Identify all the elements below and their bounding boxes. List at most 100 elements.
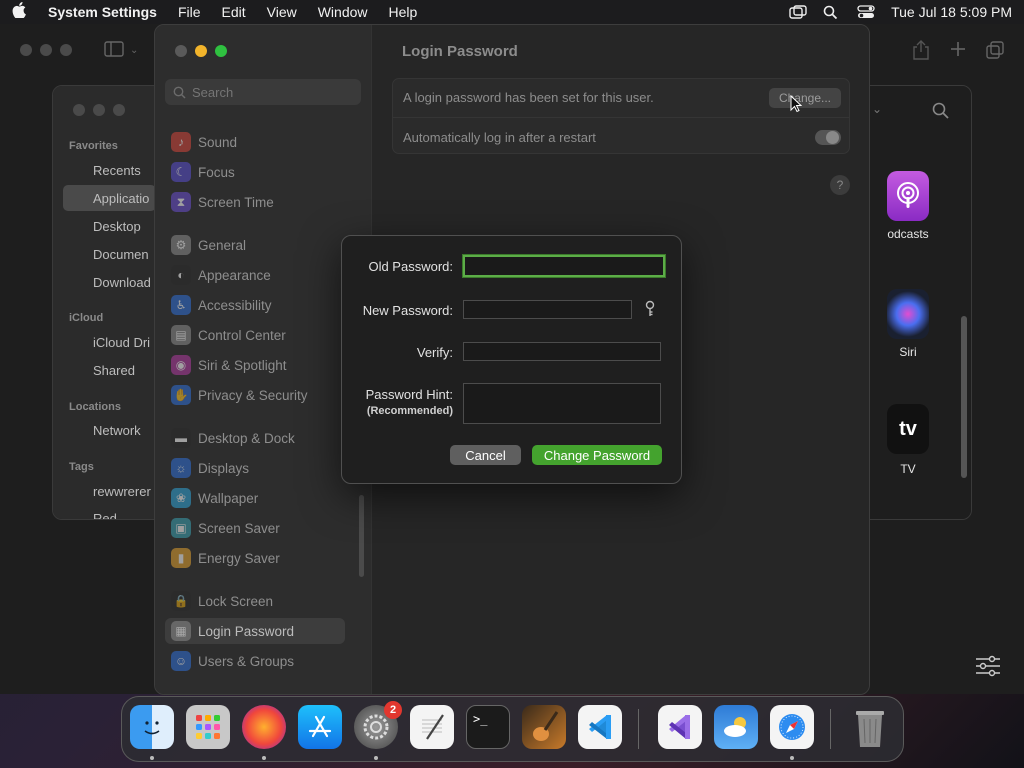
sliders-icon[interactable] <box>975 655 1001 677</box>
finder-running-dot <box>150 756 154 760</box>
sidebar-toggle-icon[interactable] <box>104 40 124 60</box>
tab-overview-icon[interactable] <box>986 41 1004 62</box>
sidebar-item-screen-saver[interactable]: ▣ Screen Saver <box>165 515 345 541</box>
siri-label: Siri <box>899 345 917 359</box>
weather-icon[interactable] <box>714 705 758 749</box>
login-password-icon: ▦ <box>171 621 191 641</box>
auto-login-toggle[interactable] <box>815 130 841 145</box>
podcasts-label: odcasts <box>887 227 929 241</box>
new-tab-icon[interactable] <box>950 41 966 60</box>
wallpaper-icon: ❀ <box>171 488 191 508</box>
control-center-icon: ▤ <box>171 325 191 345</box>
spotlight-search-icon[interactable] <box>823 5 841 20</box>
sidebar-item-desktop-dock[interactable]: ▬ Desktop & Dock <box>165 425 345 451</box>
login-password-card: A login password has been set for this u… <box>392 78 850 154</box>
sidebar-item-wallpaper[interactable]: ❀ Wallpaper <box>165 485 345 511</box>
finder-item-shared[interactable]: Shared <box>93 363 135 378</box>
change-password-confirm-button[interactable]: Change Password <box>532 445 662 465</box>
verify-field[interactable] <box>463 342 661 361</box>
menu-window[interactable]: Window <box>318 4 368 20</box>
sidebar-item-label: Sound <box>198 134 238 150</box>
old-password-field[interactable] <box>463 255 665 277</box>
finder-section-tags: Tags <box>69 461 94 473</box>
finder-item-desktop[interactable]: Desktop <box>93 219 141 234</box>
password-hint-field[interactable] <box>463 383 661 424</box>
sidebar-item-energy-saver[interactable]: ▮ Energy Saver <box>165 545 345 571</box>
minimize-button[interactable] <box>195 45 207 57</box>
sidebar-item-users-groups[interactable]: ☺ Users & Groups <box>165 648 345 674</box>
finder-tag-2[interactable]: Red <box>93 511 117 519</box>
bg-minimize-button[interactable] <box>40 44 52 56</box>
sidebar-item-screen-time[interactable]: ⧗ Screen Time <box>165 189 345 215</box>
launchpad-icon[interactable] <box>186 705 230 749</box>
safari-running-dot <box>790 756 794 760</box>
textedit-icon[interactable] <box>410 705 454 749</box>
sidebar-item-accessibility[interactable]: ♿ Accessibility <box>165 292 345 318</box>
visual-studio-icon[interactable] <box>658 705 702 749</box>
finder-search-icon[interactable] <box>932 102 950 123</box>
finder-item-network[interactable]: Network <box>93 423 141 438</box>
finder-item-applications[interactable]: Applicatio <box>93 191 149 206</box>
sidebar-item-siri-spotlight[interactable]: ◉ Siri & Spotlight <box>165 352 345 378</box>
cancel-button[interactable]: Cancel <box>450 445 521 465</box>
vscode-icon[interactable] <box>578 705 622 749</box>
sidebar-scrollbar[interactable] <box>359 495 364 577</box>
search-input[interactable] <box>192 84 352 100</box>
menu-clock[interactable]: Tue Jul 18 5:09 PM <box>891 4 1012 20</box>
sidebar-item-privacy-security[interactable]: ✋ Privacy & Security <box>165 382 345 408</box>
firefox-icon[interactable] <box>242 705 286 749</box>
bg-close-button[interactable] <box>20 44 32 56</box>
finder-sidebar: Favorites Recents Applicatio Desktop Doc… <box>53 86 156 519</box>
app-store-icon[interactable] <box>298 705 342 749</box>
menu-app-name[interactable]: System Settings <box>48 4 157 20</box>
sidebar-item-appearance[interactable]: ◐ Appearance <box>165 262 345 288</box>
safari-icon[interactable] <box>770 705 814 749</box>
notification-badge: 2 <box>384 701 402 719</box>
app-tile-podcasts[interactable]: odcasts <box>873 171 943 241</box>
control-center-icon[interactable] <box>857 5 875 19</box>
password-assistant-key-icon[interactable] <box>643 300 657 318</box>
share-icon[interactable] <box>912 40 930 63</box>
terminal-icon[interactable]: >_ <box>466 705 510 749</box>
close-button[interactable] <box>175 45 187 57</box>
app-tile-tv[interactable]: tv TV <box>873 404 943 476</box>
sidebar-item-login-password[interactable]: ▦ Login Password <box>165 618 345 644</box>
apple-tv-icon: tv <box>887 404 929 454</box>
menu-edit[interactable]: Edit <box>222 4 246 20</box>
help-button[interactable]: ? <box>830 175 850 195</box>
new-password-field[interactable] <box>463 300 632 319</box>
apple-icon[interactable] <box>12 2 30 22</box>
sidebar-item-passwords[interactable]: ⚿Passwords <box>165 691 345 695</box>
finder-tag-1[interactable]: rewwrerer <box>93 484 151 499</box>
finder-zoom-button[interactable] <box>113 104 125 116</box>
finder-scrollbar[interactable] <box>961 316 967 478</box>
zoom-button[interactable] <box>215 45 227 57</box>
garageband-icon[interactable] <box>522 705 566 749</box>
menu-help[interactable]: Help <box>389 4 418 20</box>
bg-zoom-button[interactable] <box>60 44 72 56</box>
sidebar-item-general[interactable]: ⚙ General <box>165 232 345 258</box>
finder-item-icloud-drive[interactable]: iCloud Dri <box>93 335 150 350</box>
sidebar-item-sound[interactable]: ♪ Sound <box>165 129 345 155</box>
moon-icon: ☾ <box>171 162 191 182</box>
menu-file[interactable]: File <box>178 4 201 20</box>
change-password-button[interactable]: Change... <box>769 88 841 108</box>
trash-icon[interactable] <box>848 705 892 749</box>
finder-icon[interactable] <box>130 705 174 749</box>
sidebar-item-control-center[interactable]: ▤ Control Center <box>165 322 345 348</box>
settings-search[interactable] <box>165 79 361 105</box>
chevron-down-icon[interactable]: ⌄ <box>130 45 138 56</box>
finder-close-button[interactable] <box>73 104 85 116</box>
finder-item-recents[interactable]: Recents <box>93 163 141 178</box>
app-tile-siri[interactable]: Siri <box>873 289 943 359</box>
sidebar-item-lock-screen[interactable]: 🔒 Lock Screen <box>165 588 345 614</box>
finder-minimize-button[interactable] <box>93 104 105 116</box>
sidebar-item-focus[interactable]: ☾ Focus <box>165 159 345 185</box>
finder-chevron-icon[interactable]: ⌄ <box>872 102 882 116</box>
menu-view[interactable]: View <box>267 4 297 20</box>
sidebar-item-displays[interactable]: ☼ Displays <box>165 455 345 481</box>
finder-item-documents[interactable]: Documen <box>93 247 149 262</box>
key-icon: ⚿ <box>171 694 191 695</box>
screen-mirroring-icon[interactable] <box>789 5 807 19</box>
finder-item-downloads[interactable]: Download <box>93 275 151 290</box>
